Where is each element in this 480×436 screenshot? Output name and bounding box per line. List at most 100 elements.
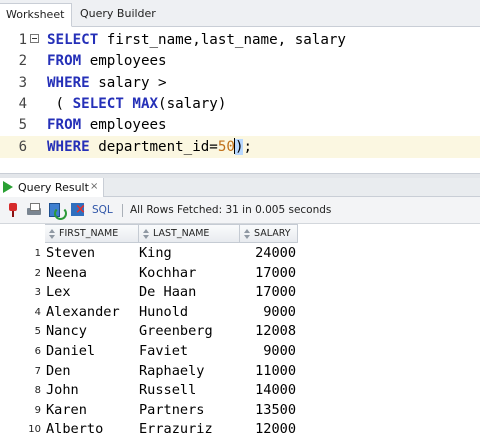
cell-last-name[interactable]: De Haan <box>139 283 239 303</box>
code-line[interactable]: 5 FROM employees <box>0 114 480 136</box>
sort-icon <box>48 229 56 239</box>
code-text: ( SELECT MAX(salary) <box>47 93 227 115</box>
cell-salary[interactable]: 12000 <box>240 420 296 436</box>
cell-first-name[interactable]: Daniel <box>46 342 136 362</box>
cell-first-name[interactable]: Nancy <box>46 322 136 342</box>
code-line[interactable]: 2 FROM employees <box>0 50 480 72</box>
line-number: 6 <box>18 138 27 155</box>
table-row[interactable]: 8 John Russell 14000 <box>0 381 300 401</box>
sql-keyword: SELECT <box>47 32 99 48</box>
column-header-label: SALARY <box>254 228 291 239</box>
table-row[interactable]: 2 Neena Kochhar 17000 <box>0 264 300 284</box>
line-number: 4 <box>18 95 27 112</box>
query-result-label: Query Result <box>18 181 89 194</box>
cell-last-name[interactable]: Errazuriz <box>139 420 239 436</box>
cell-first-name[interactable]: Lex <box>46 283 136 303</box>
cell-salary[interactable]: 13500 <box>240 401 296 421</box>
cell-last-name[interactable]: Raphaely <box>139 362 239 382</box>
table-row[interactable]: 7 Den Raphaely 11000 <box>0 362 300 382</box>
sql-text: ( <box>47 95 73 112</box>
table-row[interactable]: 3 Lex De Haan 17000 <box>0 283 300 303</box>
cell-salary[interactable]: 17000 <box>240 264 296 284</box>
code-line[interactable]: 1 SELECT first_name,last_name, salary <box>0 29 480 51</box>
cell-last-name[interactable]: Partners <box>139 401 239 421</box>
table-row[interactable]: 5 Nancy Greenberg 12008 <box>0 322 300 342</box>
sort-icon <box>243 229 251 239</box>
cell-first-name[interactable]: Neena <box>46 264 136 284</box>
cell-salary[interactable]: 14000 <box>240 381 296 401</box>
cell-first-name[interactable]: Den <box>46 362 136 382</box>
column-header-label: LAST_NAME <box>153 228 210 239</box>
cell-salary[interactable]: 11000 <box>240 362 296 382</box>
sql-button[interactable]: SQL <box>92 197 113 224</box>
column-header-first-name[interactable]: FIRST_NAME <box>45 224 139 243</box>
code-line[interactable]: 6 WHERE department_id=50); <box>0 135 480 158</box>
table-row[interactable]: 10 Alberto Errazuriz 12000 <box>0 420 300 436</box>
fetch-status: All Rows Fetched: 31 in 0.005 seconds <box>130 204 332 216</box>
pin-icon[interactable] <box>5 202 21 218</box>
close-icon[interactable]: × <box>90 178 98 196</box>
results-grid: FIRST_NAME LAST_NAME SALARY 1 Steven King 2… <box>0 224 480 436</box>
cell-last-name[interactable]: King <box>139 244 239 264</box>
cell-last-name[interactable]: Greenberg <box>139 322 239 342</box>
cell-last-name[interactable]: Russell <box>139 381 239 401</box>
sql-text: department_id= <box>89 138 218 155</box>
row-number: 8 <box>34 385 41 397</box>
cell-first-name[interactable]: Karen <box>46 401 136 421</box>
row-number: 9 <box>34 404 41 416</box>
cell-first-name[interactable]: John <box>46 381 136 401</box>
code-text: WHERE department_id=50); <box>47 136 252 158</box>
table-row[interactable]: 1 Steven King 24000 <box>0 244 300 264</box>
fold-toggle-icon[interactable] <box>30 34 39 43</box>
column-header-salary[interactable]: SALARY <box>240 224 298 243</box>
code-line[interactable]: 3 WHERE salary > <box>0 72 480 94</box>
code-line[interactable]: 4 ( SELECT MAX(salary) <box>0 93 480 115</box>
table-row[interactable]: 4 Alexander Hunold 9000 <box>0 303 300 323</box>
clear-icon[interactable] <box>70 202 86 218</box>
cell-first-name[interactable]: Alberto <box>46 420 136 436</box>
cell-last-name[interactable]: Faviet <box>139 342 239 362</box>
sql-text: employees <box>81 53 167 70</box>
cell-first-name[interactable]: Steven <box>46 244 136 264</box>
tab-query-result[interactable]: Query Result × <box>0 178 104 197</box>
row-number: 5 <box>34 326 41 338</box>
line-number: 2 <box>18 53 27 70</box>
line-number: 5 <box>18 117 27 134</box>
sql-keyword: WHERE <box>47 138 90 155</box>
cell-salary[interactable]: 17000 <box>240 283 296 303</box>
sql-text: ; <box>243 138 253 155</box>
worksheet-tabbar: Worksheet Query Builder <box>0 0 480 27</box>
sql-text: salary > <box>89 74 167 91</box>
cell-salary[interactable]: 24000 <box>240 244 296 264</box>
table-row[interactable]: 9 Karen Partners 13500 <box>0 401 300 421</box>
cell-last-name[interactable]: Hunold <box>139 303 239 323</box>
sql-text: first_name,last_name, salary <box>98 32 346 48</box>
results-tabbar: Query Result × <box>0 178 480 197</box>
sql-keyword: FROM <box>47 53 82 70</box>
sql-text: (salary) <box>158 95 227 112</box>
sql-keyword: WHERE <box>47 74 90 91</box>
refresh-icon[interactable] <box>48 202 67 220</box>
tab-worksheet[interactable]: Worksheet <box>0 3 72 27</box>
row-number: 4 <box>34 306 41 318</box>
cell-salary[interactable]: 9000 <box>240 303 296 323</box>
cell-last-name[interactable]: Kochhar <box>139 264 239 284</box>
print-icon[interactable] <box>26 202 42 218</box>
tab-query-builder[interactable]: Query Builder <box>74 3 162 27</box>
cell-salary[interactable]: 9000 <box>240 342 296 362</box>
column-header-last-name[interactable]: LAST_NAME <box>139 224 240 243</box>
code-text: SELECT first_name,last_name, salary <box>47 29 346 51</box>
cell-first-name[interactable]: Alexander <box>46 303 136 323</box>
sort-icon <box>142 229 150 239</box>
cell-salary[interactable]: 12008 <box>240 322 296 342</box>
line-number: 3 <box>18 74 27 91</box>
row-number: 10 <box>28 424 41 436</box>
table-row[interactable]: 6 Daniel Faviet 9000 <box>0 342 300 362</box>
sql-number: 50 <box>217 138 235 155</box>
sql-keyword: SELECT <box>72 95 124 112</box>
run-icon <box>3 181 13 193</box>
row-number: 3 <box>34 287 41 299</box>
grid-corner <box>0 224 45 243</box>
sql-editor[interactable]: 1 SELECT first_name,last_name, salary 2 FRO… <box>0 27 480 173</box>
code-text: FROM employees <box>47 50 167 72</box>
